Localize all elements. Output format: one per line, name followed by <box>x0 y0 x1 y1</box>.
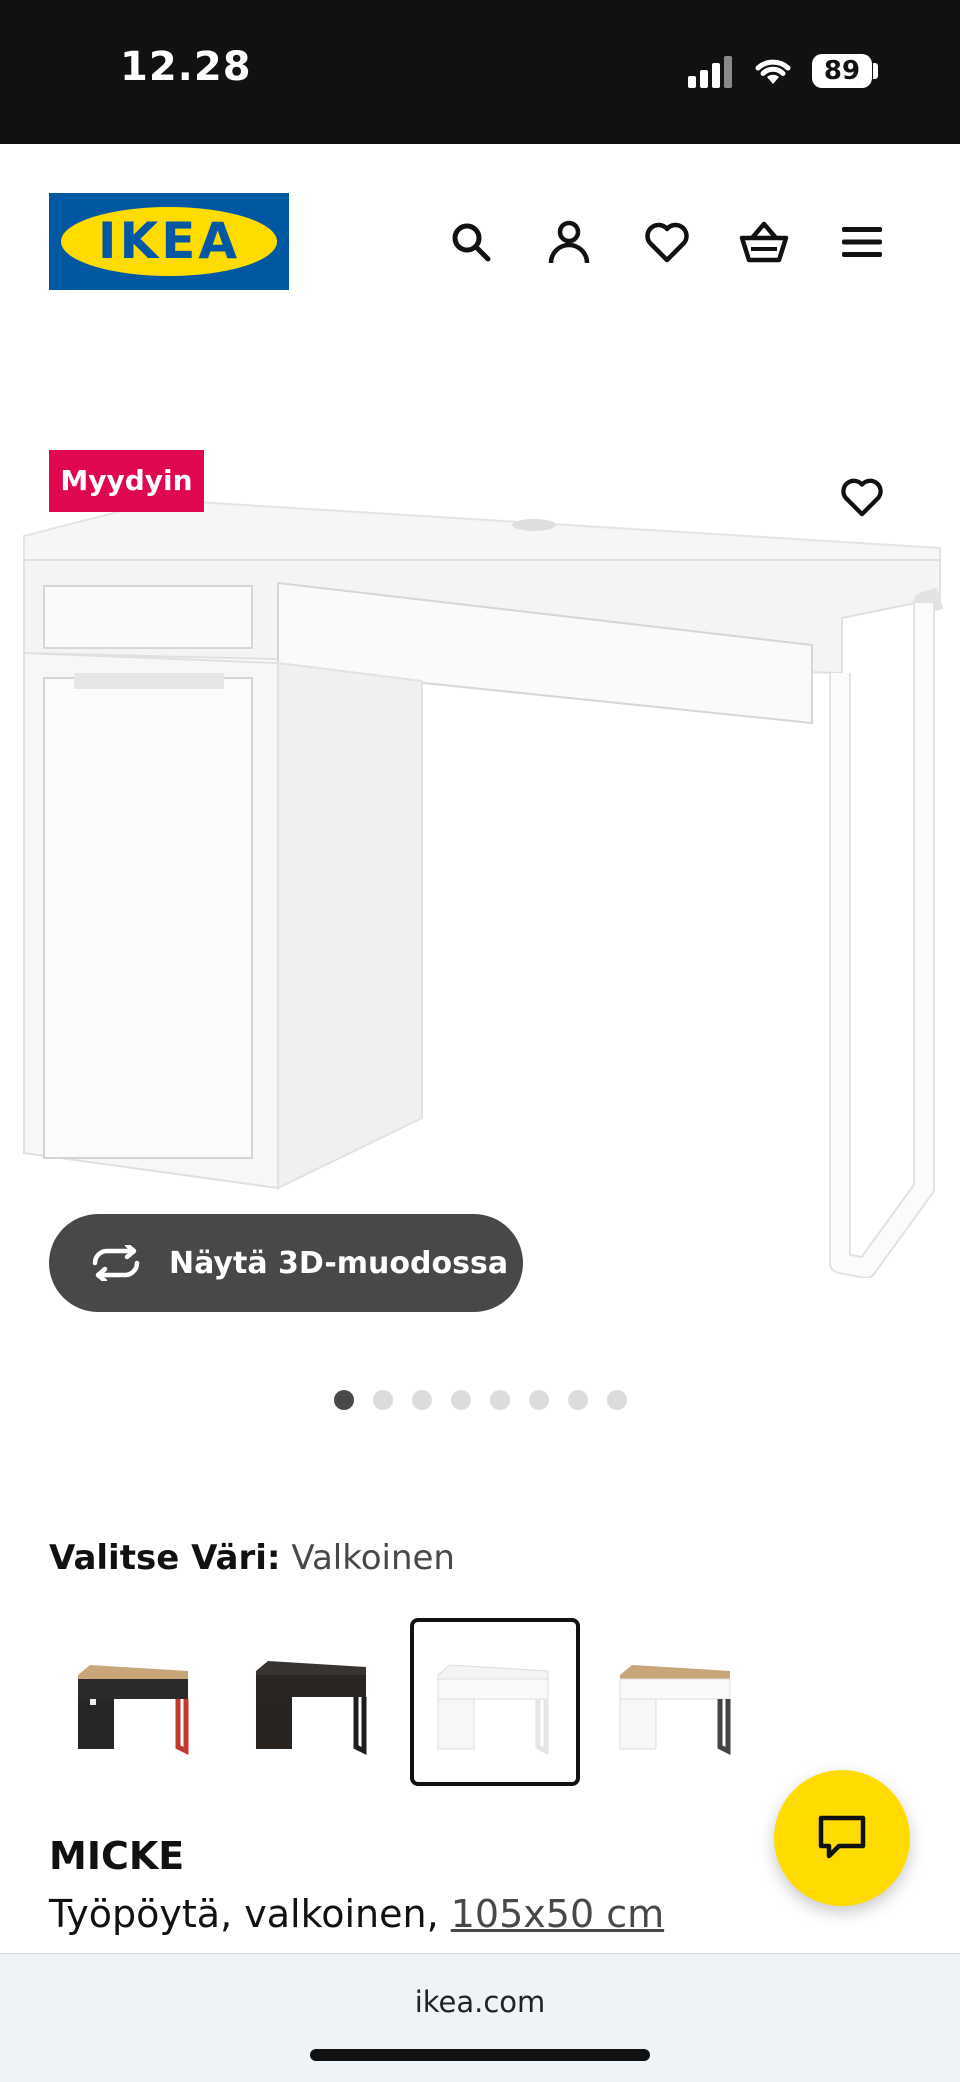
desk-thumbnail <box>256 1661 367 1756</box>
gallery-dot[interactable] <box>567 1390 588 1410</box>
status-time: 12.28 <box>120 44 252 90</box>
wifi-icon <box>755 59 791 84</box>
desk-thumbnail <box>78 1665 189 1756</box>
gallery-pagination <box>0 1390 960 1410</box>
gallery-dot[interactable] <box>489 1390 510 1410</box>
color-swatch-black-red[interactable] <box>50 1618 220 1786</box>
gallery-dot[interactable] <box>606 1390 627 1410</box>
chat-button[interactable] <box>774 1770 910 1906</box>
view-3d-label: Näytä 3D-muodossa <box>169 1245 509 1281</box>
bestseller-badge: Myydyin <box>49 450 204 512</box>
color-label: Valitse Väri: <box>49 1538 281 1578</box>
product-dimensions-link[interactable]: 105x50 cm <box>451 1892 664 1936</box>
logo-text: IKEA <box>97 212 241 270</box>
browser-url[interactable]: ikea.com <box>0 1985 960 2019</box>
heart-icon <box>841 478 883 517</box>
menu-button[interactable] <box>832 212 892 272</box>
signal-icon <box>688 56 732 88</box>
product-description: Työpöytä, valkoinen, 105x50 cm <box>49 1892 664 1936</box>
hamburger-icon <box>842 227 882 257</box>
chat-bubble-icon <box>818 1815 866 1859</box>
product-image[interactable] <box>14 488 946 1278</box>
basket-icon <box>739 221 789 263</box>
gallery-dot[interactable] <box>450 1390 471 1410</box>
color-swatch-black-brown[interactable] <box>228 1618 398 1786</box>
product-description-text: Työpöytä, valkoinen, <box>49 1892 439 1936</box>
gallery-dot[interactable] <box>528 1390 549 1410</box>
user-icon <box>548 220 590 264</box>
search-icon <box>452 223 491 262</box>
rotate-3d-icon <box>89 1243 143 1283</box>
color-swatch-white[interactable] <box>410 1618 580 1786</box>
heart-icon <box>645 222 689 263</box>
gallery-dot[interactable] <box>411 1390 432 1410</box>
battery-indicator: 89 <box>812 54 872 88</box>
search-button[interactable] <box>441 212 501 272</box>
color-selector-label: Valitse Väri: Valkoinen <box>49 1538 455 1578</box>
view-3d-button[interactable]: Näytä 3D-muodossa <box>49 1214 523 1312</box>
color-selected-value: Valkoinen <box>291 1538 455 1578</box>
gallery-dot[interactable] <box>333 1390 354 1410</box>
battery-tip <box>873 63 878 79</box>
wishlist-button[interactable] <box>637 212 697 272</box>
desk-thumbnail <box>619 1665 731 1756</box>
product-name: MICKE <box>49 1834 185 1878</box>
desk-thumbnail <box>437 1664 549 1756</box>
account-button[interactable] <box>539 212 599 272</box>
favorite-button[interactable] <box>832 467 892 527</box>
ikea-logo[interactable]: IKEA <box>49 193 289 290</box>
home-indicator <box>310 2049 650 2061</box>
color-swatch-white-anthracite[interactable] <box>592 1618 762 1786</box>
gallery-dot[interactable] <box>372 1390 393 1410</box>
cart-button[interactable] <box>734 212 794 272</box>
